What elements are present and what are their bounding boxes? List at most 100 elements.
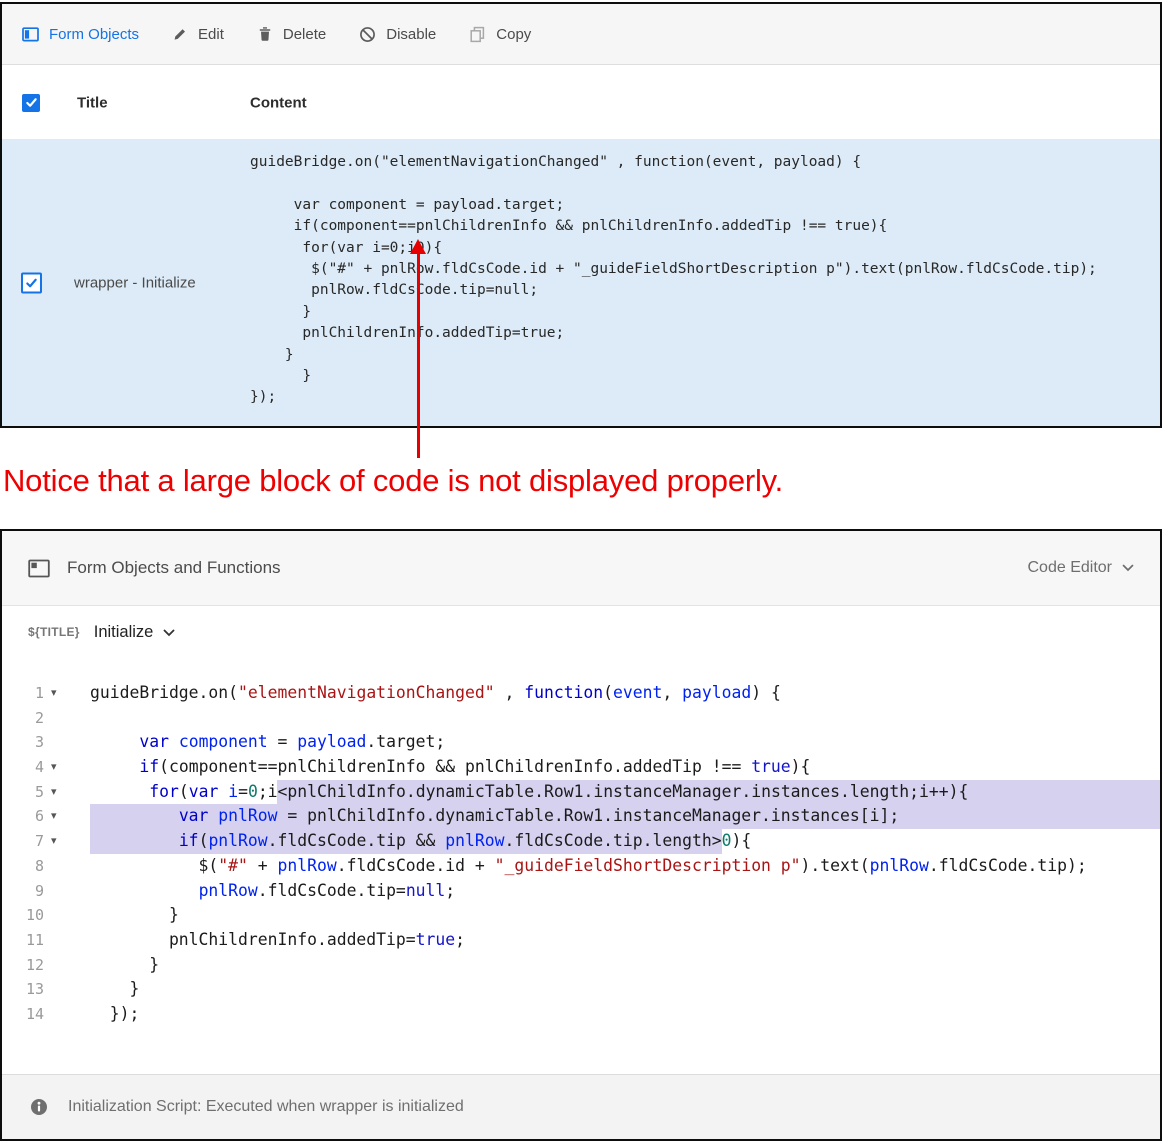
delete-label: Delete [283,26,326,43]
editor-line-14[interactable]: 14 }); [2,1002,1160,1027]
line-number: 12 [2,953,44,978]
disable-label: Disable [386,26,436,43]
check-icon [25,96,38,109]
panel-title: Form Objects and Functions [67,558,281,578]
edit-button[interactable]: Edit [172,26,224,43]
fold-gutter [44,928,90,953]
check-icon [25,276,38,289]
line-number: 9 [2,879,44,904]
fold-arrow-icon[interactable]: ▾ [44,755,90,780]
info-icon [30,1098,48,1116]
event-name: Initialize [94,623,154,642]
list-toolbar: Form Objects Edit Delete Disable [2,4,1160,65]
broken-code-block: guideBridge.on("elementNavigationChanged… [250,152,1097,409]
chevron-down-icon [163,623,175,642]
disable-icon [359,26,376,43]
copy-label: Copy [496,26,531,43]
code-line-text: pnlRow.fldCsCode.tip=null; [90,879,1160,904]
line-number: 3 [2,730,44,755]
line-number: 1 [2,681,44,706]
fold-arrow-icon[interactable]: ▾ [44,780,90,805]
editor-line-12[interactable]: 12 } [2,953,1160,978]
fold-arrow-icon[interactable]: ▾ [44,829,90,854]
line-number: 5 [2,780,44,805]
table-row[interactable]: wrapper - Initialize guideBridge.on("ele… [2,139,1160,426]
code-editor[interactable]: 1▾guideBridge.on("elementNavigationChang… [2,657,1160,1075]
fold-arrow-icon[interactable]: ▾ [44,681,90,706]
code-editor-mode-dropdown[interactable]: Code Editor [1028,559,1135,577]
code-line-text [90,706,1160,731]
code-line-text: if(component==pnlChildrenInfo && pnlChil… [90,755,1160,780]
code-line-text: for(var i=0;i<pnlChildInfo.dynamicTable.… [90,780,1160,805]
edit-label: Edit [198,26,224,43]
code-line-text: pnlChildrenInfo.addedTip=true; [90,928,1160,953]
footer-text: Initialization Script: Executed when wra… [68,1098,464,1116]
delete-button[interactable]: Delete [257,26,326,43]
fold-gutter [44,730,90,755]
editor-line-8[interactable]: 8 $("#" + pnlRow.fldCsCode.id + "_guideF… [2,854,1160,879]
arrow-head [410,239,426,254]
code-line-text: } [90,903,1160,928]
column-header-title: Title [77,94,108,111]
editor-line-3[interactable]: 3 var component = payload.target; [2,730,1160,755]
column-header-content: Content [250,94,307,111]
trash-icon [257,26,273,42]
fold-arrow-icon[interactable]: ▾ [44,804,90,829]
select-all-checkbox[interactable] [22,94,40,112]
fold-gutter [44,706,90,731]
fold-gutter [44,977,90,1002]
line-number: 10 [2,903,44,928]
line-number: 4 [2,755,44,780]
line-number: 13 [2,977,44,1002]
editor-line-9[interactable]: 9 pnlRow.fldCsCode.tip=null; [2,879,1160,904]
line-number: 7 [2,829,44,854]
form-objects-label: Form Objects [49,26,139,43]
editor-line-2[interactable]: 2 [2,706,1160,731]
fold-gutter [44,903,90,928]
annotation-text: Notice that a large block of code is not… [3,463,783,499]
fold-gutter [44,879,90,904]
pencil-icon [172,26,188,42]
mode-label: Code Editor [1028,559,1113,577]
row-checkbox[interactable] [21,272,42,293]
editor-line-7[interactable]: 7▾ if(pnlRow.fldCsCode.tip && pnlRow.fld… [2,829,1160,854]
annotation-arrow [410,239,426,458]
line-number: 11 [2,928,44,953]
code-line-text: $("#" + pnlRow.fldCsCode.id + "_guideFie… [90,854,1160,879]
editor-line-1[interactable]: 1▾guideBridge.on("elementNavigationChang… [2,681,1160,706]
title-variable-label: ${TITLE} [28,625,80,639]
screenshot-root: Form Objects Edit Delete Disable [0,0,1162,1141]
code-line-text: } [90,953,1160,978]
editor-line-10[interactable]: 10 } [2,903,1160,928]
code-line-text: var pnlRow = pnlChildInfo.dynamicTable.R… [90,804,1160,829]
form-objects-button[interactable]: Form Objects [22,26,139,43]
editor-subheader: ${TITLE} Initialize [2,606,1160,658]
editor-footer: Initialization Script: Executed when wra… [2,1074,1160,1139]
form-objects-icon [28,559,50,578]
editor-line-11[interactable]: 11 pnlChildrenInfo.addedTip=true; [2,928,1160,953]
editor-line-6[interactable]: 6▾ var pnlRow = pnlChildInfo.dynamicTabl… [2,804,1160,829]
fold-gutter [44,854,90,879]
code-line-text: } [90,977,1160,1002]
fold-gutter [44,953,90,978]
code-line-text: guideBridge.on("elementNavigationChanged… [90,681,1160,706]
line-number: 6 [2,804,44,829]
row-title: wrapper - Initialize [74,274,196,291]
form-objects-list-panel: Form Objects Edit Delete Disable [0,2,1162,428]
disable-button[interactable]: Disable [359,26,436,43]
copy-icon [469,26,486,43]
editor-line-5[interactable]: 5▾ for(var i=0;i<pnlChildInfo.dynamicTab… [2,780,1160,805]
line-number: 2 [2,706,44,731]
copy-button[interactable]: Copy [469,26,531,43]
editor-line-4[interactable]: 4▾ if(component==pnlChildrenInfo && pnlC… [2,755,1160,780]
editor-header: Form Objects and Functions Code Editor [2,531,1160,606]
form-objects-icon [22,27,39,42]
line-number: 14 [2,1002,44,1027]
line-number: 8 [2,854,44,879]
code-line-text: if(pnlRow.fldCsCode.tip && pnlRow.fldCsC… [90,829,1160,854]
code-line-text: var component = payload.target; [90,730,1160,755]
editor-line-13[interactable]: 13 } [2,977,1160,1002]
list-header-row: Title Content [2,65,1160,140]
code-line-text: }); [90,1002,1160,1027]
event-dropdown[interactable]: Initialize [94,623,176,642]
